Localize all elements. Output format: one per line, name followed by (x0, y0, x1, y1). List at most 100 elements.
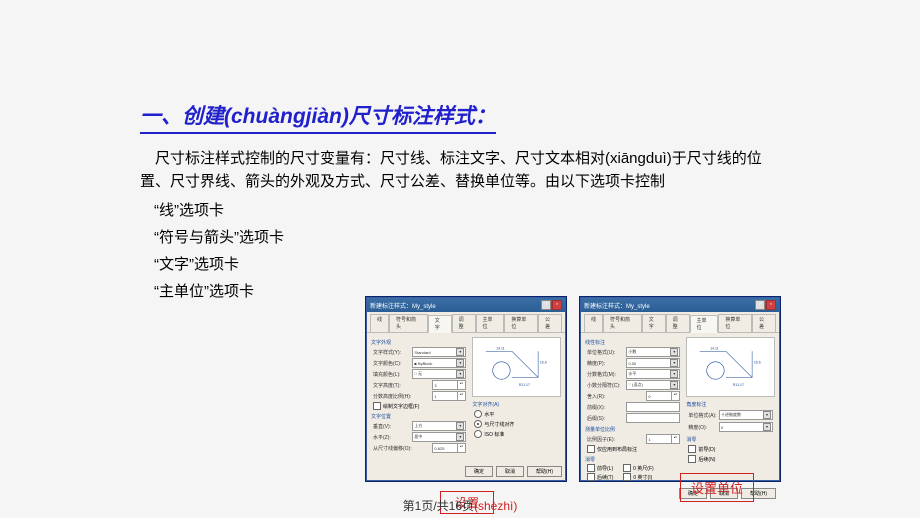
label-fill-color: 填充颜色(L): (373, 371, 410, 378)
checkbox-ang-trailing[interactable] (688, 455, 696, 463)
ok-button[interactable]: 确定 (465, 466, 493, 477)
section-linear: 线性标注 (585, 339, 682, 346)
chevron-down-icon: ▾ (456, 370, 464, 378)
input-prefix[interactable] (626, 402, 680, 412)
svg-text:R11.17: R11.17 (733, 383, 744, 387)
spin-text-height[interactable]: 3▴▾ (432, 380, 466, 390)
tab-alt-unit[interactable]: 换算单位 (718, 314, 752, 332)
dialog-titlebar[interactable]: 新建标注样式：My_style ? × (581, 298, 779, 312)
tab-tolerance[interactable]: 公差 (752, 314, 776, 332)
combo-text-style[interactable]: Standard▾ (412, 347, 466, 357)
label-text-height: 文字高度(T): (373, 382, 430, 389)
dialog-tabs: 线 符号和箭头 文字 调整 主单位 换算单位 公差 (581, 312, 779, 333)
help-button[interactable]: 帮助(H) (527, 466, 562, 477)
label-suffix: 后缀(S): (587, 415, 624, 422)
label-align-iso: ISO 标准 (484, 431, 504, 438)
label-offset: 从尺寸线偏移(O): (373, 445, 430, 452)
spin-frac-scale[interactable]: 1▴▾ (432, 391, 466, 401)
spin-round[interactable]: 0▴▾ (646, 391, 680, 401)
close-icon[interactable]: × (766, 300, 776, 310)
svg-text:16.6: 16.6 (540, 361, 547, 365)
tab-text[interactable]: 文字 (428, 315, 452, 333)
section-ang-zero: 消零 (686, 436, 775, 443)
preview-image: 14.11 16.6 R11.17 (472, 337, 561, 397)
section-position: 文字位置 (371, 413, 468, 420)
tab-primary-unit[interactable]: 主单位 (690, 315, 719, 333)
tab-symbol[interactable]: 符号和箭头 (389, 314, 428, 332)
combo-ang-precision[interactable]: 0▾ (719, 422, 773, 432)
tab-item-symbol: “符号与箭头”选项卡 (154, 226, 780, 247)
tab-symbol[interactable]: 符号和箭头 (603, 314, 642, 332)
caption-unit-setting: 设置单位 (680, 473, 754, 502)
label-trailing: 后续(T) (597, 474, 613, 481)
radio-horizontal[interactable] (474, 410, 482, 418)
label-prefix: 前缀(X): (587, 404, 624, 411)
label-ang-precision: 精度(O): (688, 424, 717, 431)
label-ang-leading: 前导(D) (698, 446, 715, 453)
help-icon[interactable]: ? (541, 300, 551, 310)
combo-horizontal[interactable]: 居中▾ (412, 432, 466, 442)
close-icon[interactable]: × (552, 300, 562, 310)
label-horizontal: 水平(Z): (373, 434, 410, 441)
tab-adjust[interactable]: 调整 (666, 314, 690, 332)
tab-line[interactable]: 线 (584, 314, 603, 332)
svg-text:16.6: 16.6 (754, 361, 761, 365)
section-zero: 消零 (585, 456, 682, 463)
tab-text[interactable]: 文字 (642, 314, 666, 332)
label-ang-trailing: 后续(N) (698, 456, 715, 463)
svg-text:R11.17: R11.17 (519, 383, 530, 387)
checkbox-leading[interactable] (587, 464, 595, 472)
label-text-style: 文字样式(Y): (373, 349, 410, 356)
label-align-horizontal: 水平 (484, 411, 494, 418)
section-title: 一、创建(chuàngjiàn)尺寸标注样式： (140, 100, 496, 134)
label-precision: 精度(P): (587, 360, 624, 367)
checkbox-layout-only[interactable] (587, 445, 595, 453)
svg-text:14.11: 14.11 (497, 347, 506, 351)
dialog-title-text: 新建标注样式：My_style (370, 301, 436, 310)
checkbox-trailing[interactable] (587, 473, 595, 481)
combo-precision[interactable]: 0.00▾ (626, 358, 680, 368)
tab-alt-unit[interactable]: 换算单位 (504, 314, 538, 332)
label-separator: 小数分隔符(C): (587, 382, 624, 389)
combo-text-color[interactable]: ■ ByBlock▾ (412, 358, 466, 368)
combo-frac-format[interactable]: 水平▾ (626, 369, 680, 379)
combo-vertical[interactable]: 上方▾ (412, 421, 466, 431)
footer-pinyin: (shèzhì) (474, 499, 517, 513)
tab-item-text: “文字”选项卡 (154, 253, 780, 274)
radio-iso[interactable] (474, 430, 482, 438)
checkbox-feet[interactable] (623, 464, 631, 472)
label-scale-factor: 比例因子(E): (587, 436, 644, 443)
tab-tolerance[interactable]: 公差 (538, 314, 562, 332)
cancel-button[interactable]: 取消 (496, 466, 524, 477)
page-footer: 第1页/共16页(shèzhì) (403, 497, 518, 514)
svg-text:14.11: 14.11 (711, 347, 720, 351)
combo-ang-format[interactable]: 十进制度数▾ (719, 410, 773, 420)
label-round: 舍入(R): (587, 393, 644, 400)
section-appearance: 文字外观 (371, 339, 468, 346)
section-align: 文字对齐(A) (472, 401, 561, 408)
spin-offset[interactable]: 0.625▴▾ (432, 443, 466, 453)
label-vertical: 垂直(V): (373, 423, 410, 430)
combo-unit-format[interactable]: 小数▾ (626, 347, 680, 357)
label-feet: 0 英尺(F) (633, 465, 654, 472)
combo-fill-color[interactable]: □ 无▾ (412, 369, 466, 379)
dialog-titlebar[interactable]: 新建标注样式：My_style ? × (367, 298, 565, 312)
chevron-down-icon: ▾ (456, 359, 464, 367)
dialog-title-text: 新建标注样式：My_style (584, 301, 650, 310)
input-suffix[interactable] (626, 413, 680, 423)
dialog-text-settings: 新建标注样式：My_style ? × 线 符号和箭头 文字 调整 主单位 换算… (366, 297, 566, 481)
tab-line[interactable]: 线 (370, 314, 389, 332)
checkbox-ang-leading[interactable] (688, 445, 696, 453)
label-ang-format: 单位格式(A): (688, 412, 717, 419)
checkbox-inches[interactable] (623, 473, 631, 481)
spin-scale-factor[interactable]: 1▴▾ (646, 434, 680, 444)
tab-adjust[interactable]: 调整 (452, 314, 476, 332)
radio-aligned[interactable] (474, 420, 482, 428)
tab-primary-unit[interactable]: 主单位 (476, 314, 505, 332)
label-unit-format: 单位格式(U): (587, 349, 624, 356)
chevron-down-icon: ▾ (456, 348, 464, 356)
checkbox-draw-frame[interactable] (373, 402, 381, 410)
help-icon[interactable]: ? (755, 300, 765, 310)
dialog-tabs: 线 符号和箭头 文字 调整 主单位 换算单位 公差 (367, 312, 565, 333)
combo-separator[interactable]: '.' (逗点)▾ (626, 380, 680, 390)
